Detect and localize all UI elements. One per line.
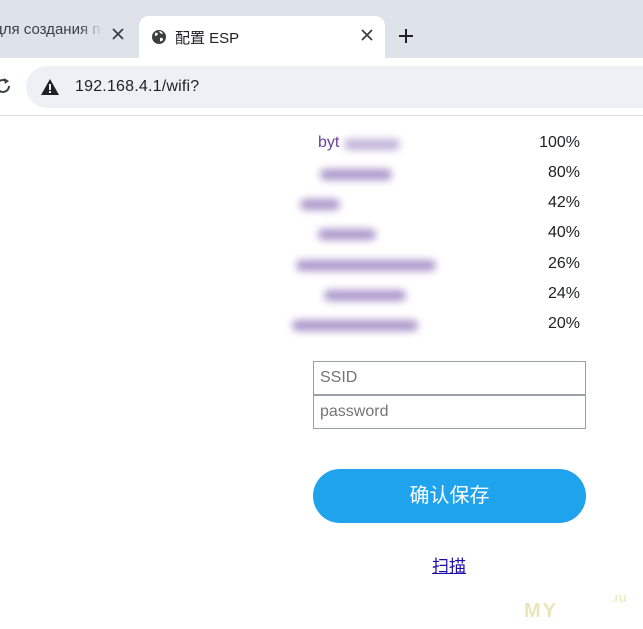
tab-strip: для создания по 配置 ESP: [0, 0, 643, 58]
address-bar[interactable]: 192.168.4.1/wifi?: [26, 66, 643, 108]
watermark-domain: .ru: [611, 590, 627, 605]
redacted-ssid[interactable]: [318, 229, 376, 240]
network-row: byt 100%: [0, 130, 643, 160]
signal-strength: 80%: [547, 164, 580, 181]
network-row: 20%: [0, 311, 643, 341]
signal-strength: 24%: [547, 285, 580, 302]
signal-strength: 26%: [547, 255, 580, 272]
browser-toolbar: 192.168.4.1/wifi?: [0, 58, 643, 116]
scan-link[interactable]: 扫描: [432, 552, 466, 577]
network-ssid-link[interactable]: byt: [318, 134, 339, 152]
globe-icon: [151, 29, 167, 45]
redacted-ssid[interactable]: [324, 290, 406, 301]
reload-icon[interactable]: [0, 75, 14, 97]
network-row: 24%: [0, 281, 643, 311]
signal-strength: 100%: [539, 134, 580, 151]
tab-title: для создания по: [0, 20, 102, 38]
password-input[interactable]: [313, 395, 586, 429]
redacted-ssid[interactable]: [344, 139, 400, 150]
tab-background[interactable]: для создания по: [0, 0, 132, 58]
signal-strength: 40%: [547, 224, 580, 241]
signal-strength: 42%: [547, 194, 580, 211]
new-tab-plus-icon[interactable]: [395, 25, 417, 47]
url-text: 192.168.4.1/wifi?: [75, 78, 200, 95]
close-tab-icon[interactable]: [357, 25, 377, 45]
not-secure-warning-icon[interactable]: [41, 79, 59, 95]
tab-active[interactable]: 配置 ESP: [139, 16, 385, 58]
redacted-ssid[interactable]: [300, 199, 340, 210]
save-button[interactable]: 确认保存: [313, 469, 586, 523]
network-row: 40%: [0, 220, 643, 250]
redacted-ssid[interactable]: [296, 260, 436, 271]
network-row: 42%: [0, 190, 643, 220]
tab-title: 配置 ESP: [175, 29, 240, 47]
redacted-ssid[interactable]: [292, 320, 418, 331]
network-row: 80%: [0, 160, 643, 190]
network-row: 26%: [0, 251, 643, 281]
ssid-input[interactable]: [313, 361, 586, 395]
close-tab-icon[interactable]: [108, 24, 128, 44]
signal-strength: 20%: [547, 315, 580, 332]
watermark-logo: MY: [524, 600, 558, 622]
redacted-ssid[interactable]: [320, 169, 392, 180]
